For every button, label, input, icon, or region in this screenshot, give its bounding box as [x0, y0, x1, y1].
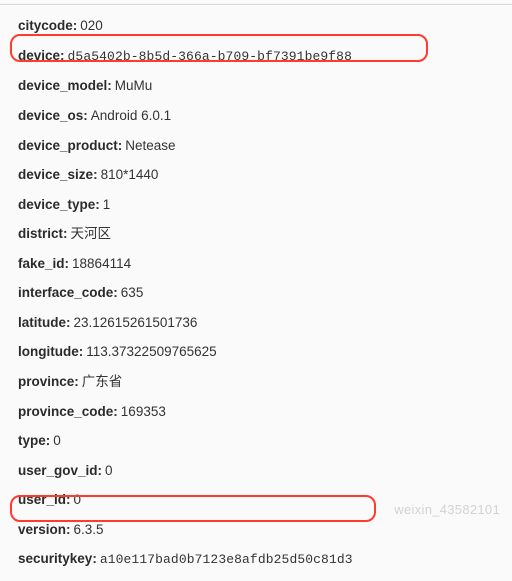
kv-row-version: version:6.3.5 [18, 515, 496, 545]
kv-value: 113.37322509765625 [86, 344, 216, 359]
kv-colon: : [79, 344, 84, 359]
kv-row-fake_id: fake_id:18864114 [18, 249, 496, 279]
kv-key: province [18, 374, 74, 389]
kv-value: 0 [53, 433, 61, 448]
kv-value: 0 [105, 463, 113, 478]
kv-colon: : [107, 78, 112, 93]
kv-colon: : [66, 315, 71, 330]
kv-colon: : [66, 492, 71, 507]
kv-row-province: province:广东省 [18, 367, 496, 397]
kv-value: 169353 [121, 404, 166, 419]
kv-colon: : [98, 463, 103, 478]
kv-key: district [18, 226, 63, 241]
kv-row-longitude: longitude:113.37322509765625 [18, 337, 496, 367]
kv-row-user_gov_id: user_gov_id:0 [18, 456, 496, 486]
kv-key: citycode [18, 18, 73, 33]
kv-key: province_code [18, 404, 113, 419]
kv-row-device_type: device_type:1 [18, 190, 496, 220]
kv-row-device_os: device_os:Android 6.0.1 [18, 101, 496, 131]
kv-colon: : [92, 551, 97, 566]
kv-key: device_type [18, 197, 95, 212]
kv-row-securitykey: securitykey:a10e117bad0b7123e8afdb25d50c… [18, 544, 496, 575]
kv-colon: : [60, 48, 65, 63]
kv-row-citycode: citycode:020 [18, 11, 496, 41]
kv-colon: : [66, 522, 71, 537]
kv-key: device_os [18, 108, 83, 123]
kv-value: 0 [74, 492, 82, 507]
kv-colon: : [118, 138, 123, 153]
kv-value: 6.3.5 [74, 522, 104, 537]
kv-key: user_id [18, 492, 66, 507]
kv-row-device_model: device_model:MuMu [18, 71, 496, 101]
kv-key: device [18, 48, 60, 63]
kv-colon: : [95, 197, 100, 212]
kv-colon: : [113, 285, 118, 300]
kv-colon: : [46, 433, 51, 448]
kv-colon: : [63, 226, 68, 241]
kv-key: device_product [18, 138, 118, 153]
kv-value: 23.12615261501736 [74, 315, 198, 330]
kv-value: a10e117bad0b7123e8afdb25d50c81d3 [100, 552, 353, 567]
kv-key: version [18, 522, 66, 537]
kv-value: Netease [125, 138, 175, 153]
kv-value: 020 [80, 18, 103, 33]
kv-row-device_size: device_size:810*1440 [18, 160, 496, 190]
kv-row-user_id: user_id:0 [18, 485, 496, 515]
kv-row-district: district:天河区 [18, 219, 496, 249]
kv-row-device: device:d5a5402b-8b5d-366a-b709-bf7391be9… [18, 41, 496, 72]
kv-key: user_gov_id [18, 463, 98, 478]
kv-value: 天河区 [71, 226, 112, 241]
kv-value: 18864114 [72, 256, 131, 271]
kv-value: Android 6.0.1 [91, 108, 171, 123]
kv-row-device_product: device_product:Netease [18, 131, 496, 161]
kv-row-type: type:0 [18, 426, 496, 456]
kv-key: securitykey [18, 551, 92, 566]
kv-value: d5a5402b-8b5d-366a-b709-bf7391be9f88 [68, 49, 352, 64]
kv-list: citycode:020device:d5a5402b-8b5d-366a-b7… [0, 5, 512, 581]
kv-colon: : [73, 18, 78, 33]
kv-colon: : [83, 108, 88, 123]
kv-key: type [18, 433, 46, 448]
kv-key: device_model [18, 78, 107, 93]
kv-row-interface_code: interface_code:635 [18, 278, 496, 308]
kv-colon: : [65, 256, 70, 271]
kv-key: device_size [18, 167, 93, 182]
kv-value: 广东省 [82, 374, 123, 389]
kv-colon: : [74, 374, 79, 389]
kv-value: 1 [103, 197, 111, 212]
kv-row-latitude: latitude:23.12615261501736 [18, 308, 496, 338]
kv-row-province_code: province_code:169353 [18, 397, 496, 427]
kv-value: 635 [121, 285, 144, 300]
kv-value: 810*1440 [101, 167, 159, 182]
kv-key: fake_id [18, 256, 65, 271]
kv-colon: : [113, 404, 118, 419]
kv-colon: : [93, 167, 98, 182]
kv-key: longitude [18, 344, 79, 359]
kv-key: latitude [18, 315, 66, 330]
kv-value: MuMu [115, 78, 153, 93]
kv-key: interface_code [18, 285, 113, 300]
